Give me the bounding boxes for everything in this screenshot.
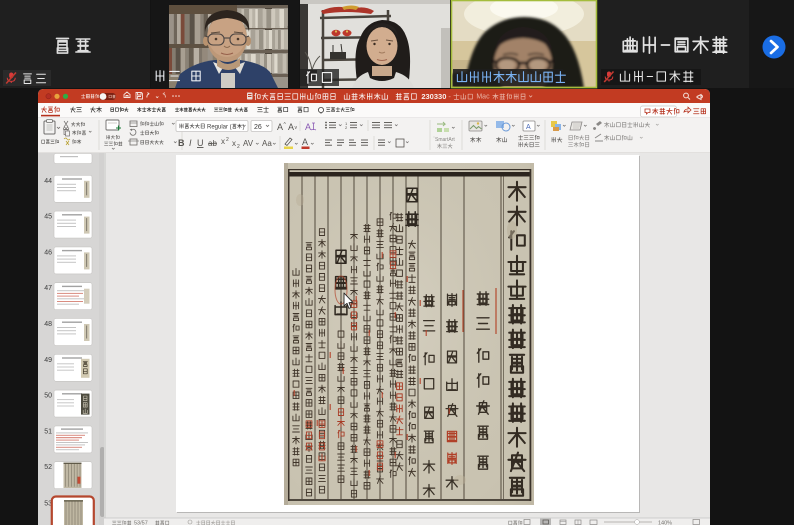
svg-text:52: 52 [44, 464, 52, 471]
svg-text:ab: ab [208, 139, 217, 148]
svg-text:SmartArt: SmartArt [435, 137, 455, 143]
svg-text:44: 44 [44, 178, 52, 185]
svg-text:A: A [305, 122, 311, 132]
svg-text:51: 51 [44, 428, 52, 435]
svg-text:50: 50 [44, 393, 52, 400]
svg-text:53/57: 53/57 [134, 521, 148, 525]
svg-text:140%: 140% [658, 521, 672, 525]
svg-text:A: A [302, 137, 308, 147]
svg-text:46: 46 [44, 249, 52, 256]
svg-text:26: 26 [254, 124, 262, 131]
svg-text:x: x [221, 137, 225, 146]
svg-text:2: 2 [226, 137, 229, 143]
svg-text:B: B [178, 138, 185, 148]
svg-text:AV: AV [243, 139, 254, 148]
svg-text:x: x [232, 139, 236, 148]
svg-text:2: 2 [237, 144, 240, 150]
svg-text:Regular (: Regular ( [207, 125, 232, 131]
svg-text:47: 47 [44, 285, 52, 292]
svg-text:A: A [277, 122, 283, 132]
svg-text:45: 45 [44, 214, 52, 221]
svg-text:U: U [197, 138, 204, 148]
svg-text:48: 48 [44, 321, 52, 328]
svg-text:A: A [526, 124, 531, 131]
svg-text:230330: 230330 [421, 92, 446, 101]
svg-text:Aa: Aa [262, 139, 272, 148]
svg-text:A: A [288, 122, 294, 132]
svg-text:Mac: Mac [476, 94, 490, 101]
svg-text:49: 49 [44, 357, 52, 364]
